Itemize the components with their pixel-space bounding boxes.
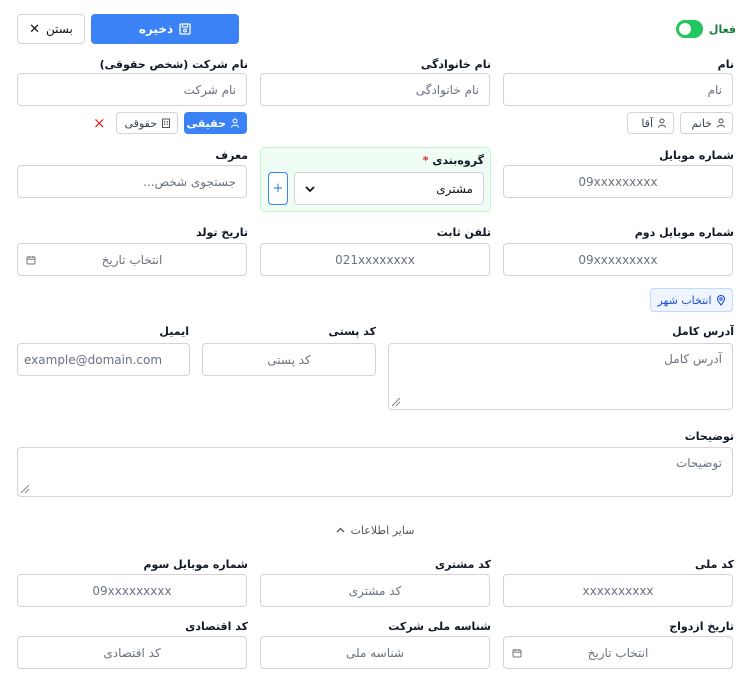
person-legal-label: حقوقی <box>124 116 157 130</box>
mobile3-label: شماره موبایل سوم <box>143 558 249 571</box>
mobile2-label: شماره موبایل دوم <box>634 226 734 239</box>
referrer-label: معرف <box>215 149 248 162</box>
close-icon: ✕ <box>29 21 41 37</box>
national-code-label: کد ملی <box>694 558 734 571</box>
other-info-label: سایر اطلاعات <box>350 523 415 537</box>
company-national-id-label: شناسه ملی شرکت <box>388 620 491 633</box>
gender-female-label: خانم <box>691 116 712 130</box>
postal-code-input[interactable]: کد پستی <box>202 343 376 376</box>
close-button[interactable]: بستن ✕ <box>17 14 85 44</box>
mobile-label: شماره موبایل <box>659 149 734 162</box>
calendar-icon <box>26 255 36 265</box>
chevron-up-icon <box>336 527 345 533</box>
map-pin-icon <box>716 294 726 306</box>
other-info-toggle[interactable]: سایر اطلاعات <box>320 521 430 539</box>
economic-code-label: کد اقتصادی <box>185 620 248 633</box>
save-label: ذخیره <box>138 22 174 36</box>
email-input[interactable]: example@domain.com <box>17 343 190 376</box>
birth-date-input[interactable]: انتخاب تاریخ <box>17 243 247 276</box>
active-toggle[interactable] <box>676 20 703 38</box>
gender-male-chip[interactable]: آقا <box>627 112 674 134</box>
referrer-input[interactable]: جستجوی شخص... <box>17 165 247 198</box>
company-input[interactable]: نام شرکت <box>17 73 247 106</box>
resize-handle[interactable] <box>392 398 400 406</box>
company-label: نام شرکت (شخص حقوقی) <box>99 58 248 71</box>
user-icon <box>716 118 726 128</box>
person-real-label: حقیقی <box>186 116 226 130</box>
email-label: ایمیل <box>159 325 189 338</box>
user-icon <box>657 118 667 128</box>
mobile3-input[interactable]: 09xxxxxxxxx <box>17 574 247 607</box>
economic-code-input[interactable]: کد اقتصادی <box>17 636 247 669</box>
marriage-date-input[interactable]: انتخاب تاریخ <box>503 636 733 669</box>
chevron-down-icon <box>305 185 315 193</box>
postal-code-label: کد پستی <box>328 325 376 338</box>
group-select-value: مشتری <box>436 181 473 196</box>
group-label: گروه‌بندی <box>432 154 484 167</box>
national-code-input[interactable]: xxxxxxxxxx <box>503 574 733 607</box>
first-name-input[interactable]: نام <box>503 73 733 106</box>
description-textarea[interactable]: توضیحات <box>17 447 733 497</box>
first-name-label: نام <box>717 58 734 71</box>
person-legal-chip[interactable]: حقوقی <box>116 112 178 134</box>
clear-person-type-icon[interactable]: × <box>93 114 106 132</box>
select-city-button[interactable]: انتخاب شهر <box>650 288 733 312</box>
phone-label: تلفن ثابت <box>436 226 491 239</box>
gender-male-label: آقا <box>641 116 653 130</box>
marriage-date-placeholder: انتخاب تاریخ <box>587 645 649 660</box>
group-select[interactable]: مشتری <box>294 172 484 205</box>
phone-input[interactable]: 021xxxxxxxx <box>260 243 490 276</box>
address-label: آدرس کامل <box>672 325 734 338</box>
customer-code-label: کد مشتری <box>435 558 491 571</box>
toggle-knob <box>679 23 691 35</box>
company-national-id-input[interactable]: شناسه ملی <box>260 636 490 669</box>
last-name-input[interactable]: نام خانوادگی <box>260 73 490 106</box>
birth-date-label: تاریخ تولد <box>196 226 248 239</box>
customer-code-input[interactable]: کد مشتری <box>260 574 490 607</box>
mobile2-input[interactable]: 09xxxxxxxxx <box>503 243 733 276</box>
select-city-label: انتخاب شهر <box>657 293 712 307</box>
save-icon <box>179 23 191 35</box>
gender-female-chip[interactable]: خانم <box>680 112 733 134</box>
address-textarea[interactable]: آدرس کامل <box>388 343 733 410</box>
group-label-row: گروه‌بندی * <box>423 154 484 167</box>
required-mark: * <box>422 154 429 167</box>
last-name-label: نام خانوادگی <box>420 58 491 71</box>
mobile-input[interactable]: 09xxxxxxxxx <box>503 165 733 198</box>
group-panel: گروه‌بندی * مشتری + <box>260 147 491 212</box>
close-label: بستن <box>46 22 73 36</box>
person-real-chip[interactable]: حقیقی <box>184 112 247 134</box>
user-icon <box>230 118 240 128</box>
address-placeholder: آدرس کامل <box>664 352 722 366</box>
description-placeholder: توضیحات <box>675 456 722 470</box>
active-toggle-group: فعال <box>676 19 736 39</box>
description-label: توضیحات <box>684 430 734 443</box>
save-button[interactable]: ذخیره <box>91 14 239 44</box>
active-label: فعال <box>708 22 736 36</box>
building-icon <box>161 118 171 128</box>
add-group-button[interactable]: + <box>268 172 288 205</box>
resize-handle[interactable] <box>21 485 29 493</box>
marriage-date-label: تاریخ ازدواج <box>669 620 734 633</box>
calendar-icon <box>512 648 522 658</box>
birth-date-placeholder: انتخاب تاریخ <box>101 252 163 267</box>
